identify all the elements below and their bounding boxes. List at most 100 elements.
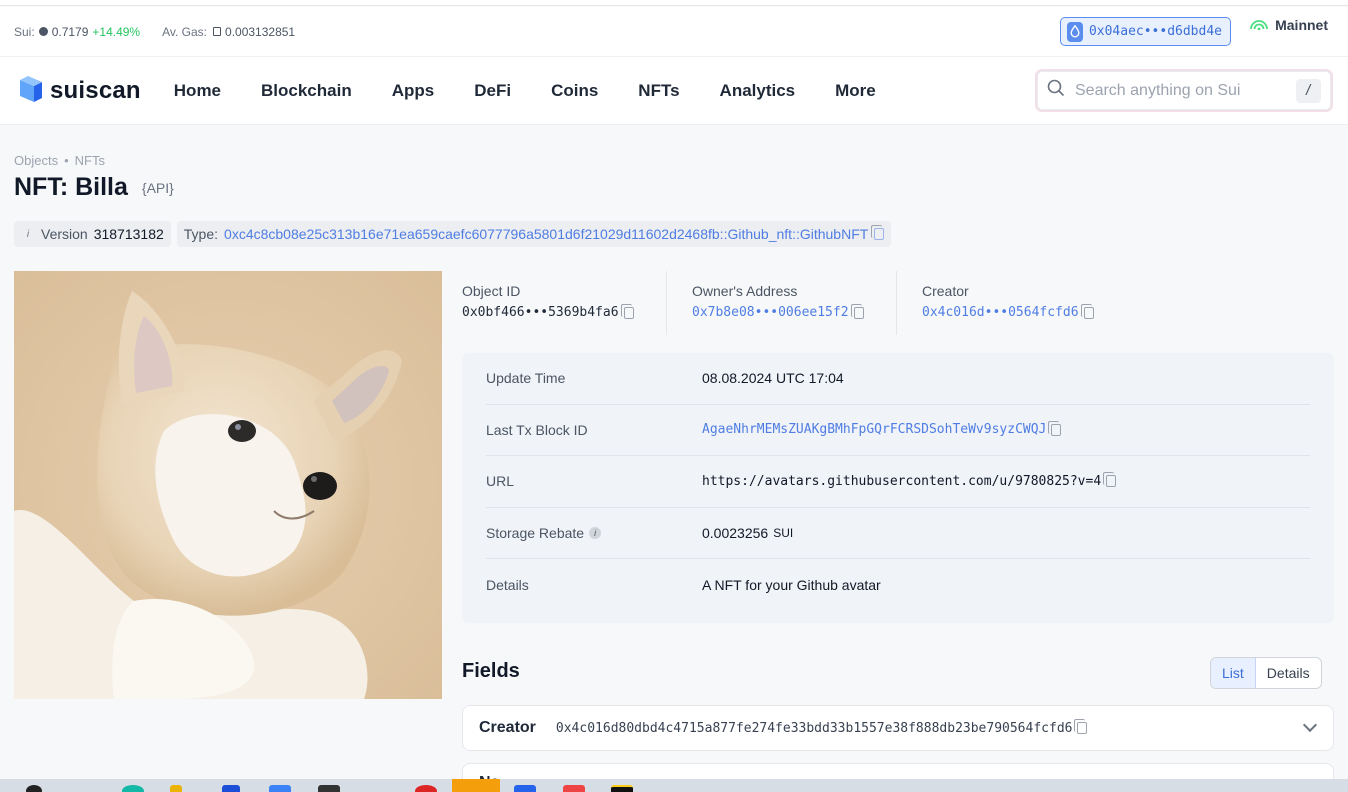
taskbar-app-icon[interactable] <box>611 785 633 792</box>
copy-icon[interactable] <box>620 303 634 319</box>
gas-label: Av. Gas: <box>162 24 208 39</box>
breadcrumb-objects[interactable]: Objects <box>14 153 58 168</box>
sui-price-item: Sui: 0.7179 +14.49% <box>14 25 140 39</box>
search-input[interactable] <box>1075 81 1296 100</box>
detail-row-storage-rebate: Storage Rebate i 0.0023256 SUI <box>486 508 1310 560</box>
type-chip: Type: 0xc4c8cb08e25c313b16e71ea659caefc6… <box>176 221 892 247</box>
search-box: / <box>1035 69 1333 112</box>
wallet-address-button[interactable]: 0x04aec•••d6dbd4e <box>1059 17 1231 46</box>
storage-rebate-value: 0.0023256 <box>702 525 769 542</box>
gas-pump-icon <box>213 27 222 36</box>
nav-home[interactable]: Home <box>174 81 221 101</box>
field-value-row: 0x4c016d80dbd4c4715a877fe274fe33bdd33b15… <box>555 719 1088 736</box>
detail-row-last-tx: Last Tx Block ID AgaeNhrMEMsZUAKgBMhFpGQ… <box>486 405 1310 457</box>
wallet-address: 0x04aec•••d6dbd4e <box>1088 24 1222 39</box>
toggle-list[interactable]: List <box>1211 658 1256 688</box>
taskbar-app-icon[interactable] <box>26 785 42 792</box>
creator-address-link[interactable]: 0x4c016d•••0564fcfd6 <box>922 305 1079 320</box>
copy-icon[interactable] <box>850 303 864 319</box>
version-value: 318713182 <box>93 226 164 242</box>
nav-analytics[interactable]: Analytics <box>720 81 796 101</box>
object-meta-row: i Version 318713182 Type: 0xc4c8cb08e25c… <box>14 221 892 247</box>
creator-row: 0x4c016d•••0564fcfd6 <box>922 303 1127 320</box>
taskbar-app-icon[interactable] <box>170 785 182 792</box>
sui-drop-icon <box>1066 21 1083 42</box>
suiscan-logo-icon <box>14 75 44 106</box>
owner-address-link[interactable]: 0x7b8e08•••006ee15f2 <box>692 305 849 320</box>
url-label: URL <box>486 473 515 490</box>
storage-rebate-label: Storage Rebate <box>486 525 585 542</box>
type-label: Type: <box>183 226 219 242</box>
suiscan-logo[interactable]: suiscan <box>14 75 141 106</box>
version-label: Version <box>41 226 88 242</box>
logo-text: suiscan <box>50 76 141 104</box>
copy-icon[interactable] <box>1080 303 1094 319</box>
last-tx-link[interactable]: AgaeNhrMEMsZUAKgBMhFpGQrFCRSDSohTeWv9syz… <box>702 422 1046 437</box>
page-title: NFT: Billa <box>14 173 128 201</box>
gas-value: 0.003132851 <box>225 24 296 39</box>
update-time-value: 08.08.2024 UTC 17:04 <box>702 370 844 387</box>
last-tx-row: AgaeNhrMEMsZUAKgBMhFpGQrFCRSDSohTeWv9syz… <box>702 420 1062 437</box>
breadcrumb-separator: • <box>64 153 69 168</box>
taskbar-app-icon[interactable] <box>318 785 340 792</box>
network-name: Mainnet <box>1275 17 1328 33</box>
nav-coins[interactable]: Coins <box>551 81 598 101</box>
version-chip: i Version 318713182 <box>14 221 171 247</box>
creator-column: Creator 0x4c016d•••0564fcfd6 <box>897 271 1127 335</box>
nav-blockchain[interactable]: Blockchain <box>261 81 352 101</box>
object-id-label: Object ID <box>462 283 521 299</box>
sui-price-change: +14.49% <box>92 24 141 39</box>
taskbar-app-icon[interactable] <box>122 785 144 792</box>
copy-icon[interactable] <box>871 225 885 240</box>
gas-price-item: Av. Gas: 0.003132851 <box>162 25 295 39</box>
os-taskbar <box>0 779 1348 792</box>
details-value: A NFT for your Github avatar <box>702 577 881 594</box>
url-value: https://avatars.githubusercontent.com/u/… <box>702 473 1102 489</box>
taskbar-app-icon[interactable] <box>269 785 291 792</box>
owner-column: Owner's Address 0x7b8e08•••006ee15f2 <box>667 271 897 335</box>
taskbar-app-icon[interactable] <box>452 779 500 792</box>
field-value: 0x4c016d80dbd4c4715a877fe274fe33bdd33b15… <box>555 720 1073 736</box>
search-icon <box>1047 79 1065 102</box>
search-shortcut-key: / <box>1296 78 1321 103</box>
object-id-column: Object ID 0x0bf466•••5369b4fa6 <box>462 271 667 335</box>
taskbar-app-icon[interactable] <box>514 785 536 792</box>
breadcrumb-nfts[interactable]: NFTs <box>75 153 105 168</box>
toggle-details[interactable]: Details <box>1256 658 1321 688</box>
storage-label-row: Storage Rebate i <box>486 525 702 541</box>
api-link[interactable]: {API} <box>142 180 174 196</box>
taskbar-app-icon[interactable] <box>563 785 585 792</box>
owner-label: Owner's Address <box>692 283 798 299</box>
taskbar-app-icon[interactable] <box>415 785 437 792</box>
signal-icon <box>1249 17 1269 33</box>
field-row-creator[interactable]: Creator 0x4c016d80dbd4c4715a877fe274fe33… <box>462 705 1334 751</box>
object-summary: Object ID 0x0bf466•••5369b4fa6 Owner's A… <box>462 271 1334 335</box>
copy-icon[interactable] <box>1074 719 1088 734</box>
nft-image <box>14 271 442 699</box>
taskbar-app-icon[interactable] <box>222 785 240 792</box>
chevron-down-icon[interactable] <box>1302 717 1318 733</box>
nav-nfts[interactable]: NFTs <box>638 81 679 101</box>
network-selector[interactable]: Mainnet <box>1249 17 1328 33</box>
object-id-row: 0x0bf466•••5369b4fa6 <box>462 303 666 320</box>
nav-more[interactable]: More <box>835 81 876 101</box>
detail-row-update-time: Update Time 08.08.2024 UTC 17:04 <box>486 353 1310 405</box>
copy-icon[interactable] <box>1048 420 1062 436</box>
type-value-link[interactable]: 0xc4c8cb08e25c313b16e71ea659caefc6077796… <box>224 226 868 242</box>
url-row: https://avatars.githubusercontent.com/u/… <box>702 472 1117 489</box>
breadcrumb: Objects • NFTs <box>14 153 105 168</box>
object-id-value: 0x0bf466•••5369b4fa6 <box>462 305 619 320</box>
detail-row-details: Details A NFT for your Github avatar <box>486 559 1310 611</box>
nav-defi[interactable]: DeFi <box>474 81 511 101</box>
owner-row: 0x7b8e08•••006ee15f2 <box>692 303 896 320</box>
object-details-card: Update Time 08.08.2024 UTC 17:04 Last Tx… <box>462 353 1334 623</box>
fields-view-toggle: List Details <box>1210 657 1322 689</box>
copy-icon[interactable] <box>1103 472 1117 488</box>
info-icon[interactable]: i <box>589 527 602 540</box>
main-navigation: suiscan Home Blockchain Apps DeFi Coins … <box>0 57 1348 125</box>
last-tx-label: Last Tx Block ID <box>486 421 588 438</box>
nav-apps[interactable]: Apps <box>392 81 435 101</box>
sui-coin-icon <box>38 27 48 36</box>
page-title-row: NFT: Billa {API} <box>14 173 174 202</box>
field-name: Creator <box>479 719 536 736</box>
